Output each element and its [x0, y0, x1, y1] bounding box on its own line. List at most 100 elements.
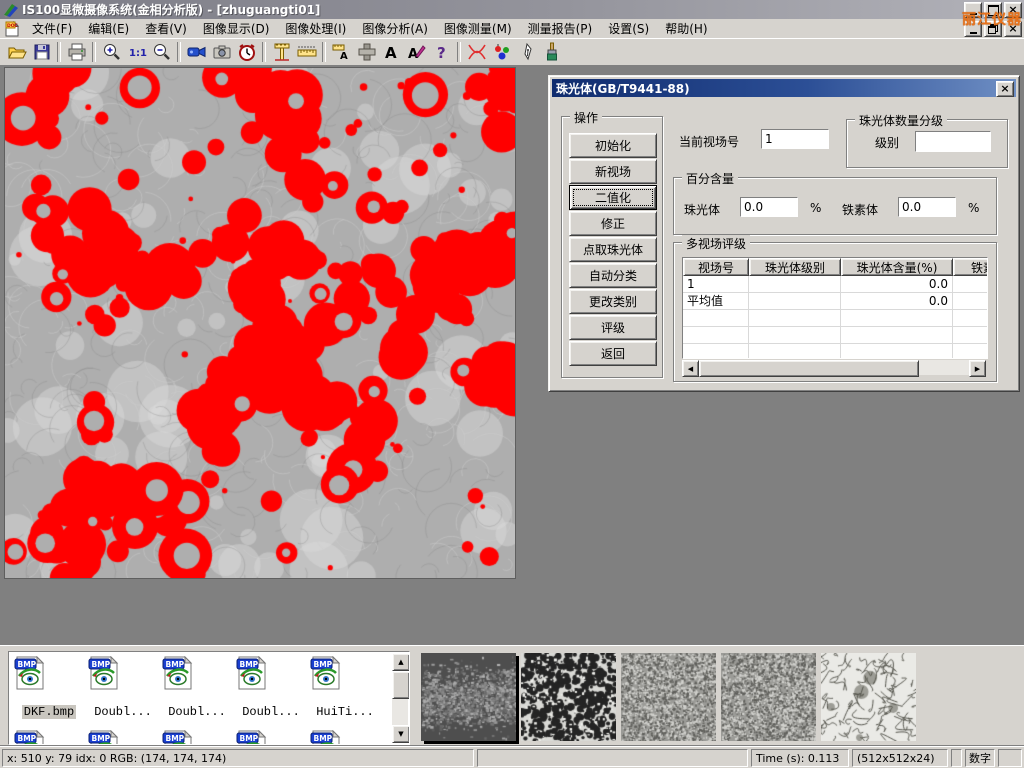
menu-file[interactable]: 文件(F)	[24, 18, 80, 39]
initialize-button[interactable]: 初始化	[569, 133, 657, 158]
svg-text:A: A	[385, 44, 397, 62]
return-button[interactable]: 返回	[569, 341, 657, 366]
toolbar-separator	[92, 42, 96, 62]
print-icon[interactable]	[64, 40, 89, 64]
file-item[interactable]: BMP	[87, 730, 159, 745]
child-close-button[interactable]: ×	[1004, 21, 1022, 37]
svg-text:BMP: BMP	[18, 734, 37, 743]
thumbnail-3[interactable]	[621, 653, 716, 741]
scroll-left-icon[interactable]: ◀	[682, 360, 699, 377]
svg-text:?: ?	[437, 44, 446, 62]
thumbnail-2[interactable]	[521, 653, 616, 741]
table-row-empty	[683, 344, 987, 359]
col-pearlite-grade[interactable]: 珠光体级别	[749, 258, 841, 276]
file-item[interactable]: BMP	[161, 730, 233, 745]
close-button[interactable]: ×	[1004, 2, 1022, 18]
file-list-scrollbar[interactable]: ▲ ▼	[392, 653, 408, 743]
file-item[interactable]: BMP	[235, 730, 307, 745]
auto-classify-button[interactable]: 自动分类	[569, 263, 657, 288]
percent-group-label: 百分含量	[682, 170, 738, 187]
bottom-panel: BMPDKF.bmp BMPDoubl... BMPDoubl... BMPDo…	[0, 645, 1024, 745]
grade-button[interactable]: 评级	[569, 315, 657, 340]
menu-image-analysis[interactable]: 图像分析(A)	[354, 18, 436, 39]
menu-image-process[interactable]: 图像处理(I)	[277, 18, 354, 39]
menu-edit[interactable]: 编辑(E)	[80, 18, 137, 39]
curve-tool-icon[interactable]	[464, 40, 489, 64]
pearlite-percent-input[interactable]: 0.0	[740, 197, 798, 217]
thumbnail-4[interactable]	[721, 653, 816, 741]
child-restore-button[interactable]	[984, 21, 1002, 37]
actual-size-icon[interactable]: 1:1	[124, 40, 149, 64]
operation-group-label: 操作	[570, 109, 602, 126]
measure-label-icon[interactable]: A	[329, 40, 354, 64]
file-item[interactable]: BMP	[309, 730, 381, 745]
thumbnail-1[interactable]	[421, 653, 516, 741]
change-class-button[interactable]: 更改类别	[569, 289, 657, 314]
current-field-input[interactable]: 1	[761, 129, 829, 149]
col-pearlite-pct[interactable]: 珠光体含量(%)	[841, 258, 953, 276]
binarize-button[interactable]: 二值化	[569, 185, 657, 210]
classify-tool-icon[interactable]	[489, 40, 514, 64]
save-file-icon[interactable]	[29, 40, 54, 64]
scrollbar-thumb[interactable]	[699, 360, 919, 377]
pen-tool-icon[interactable]	[514, 40, 539, 64]
file-item[interactable]: BMPDoubl...	[235, 656, 307, 719]
pick-pearlite-button[interactable]: 点取珠光体	[569, 237, 657, 262]
help-icon[interactable]: ?	[429, 40, 454, 64]
micrograph-image[interactable]	[5, 68, 515, 578]
camera-snapshot-icon[interactable]	[209, 40, 234, 64]
application-window: IS100显微摄像系统(金相分析版) - [zhuguangti01] × DO…	[0, 0, 1024, 768]
text-tool-icon[interactable]: A	[379, 40, 404, 64]
brush-tool-icon[interactable]	[539, 40, 564, 64]
file-item[interactable]: BMPDoubl...	[161, 656, 233, 719]
window-title: IS100显微摄像系统(金相分析版) - [zhuguangti01]	[22, 1, 320, 18]
file-item[interactable]: BMPDKF.bmp	[13, 656, 85, 719]
timer-icon[interactable]	[234, 40, 259, 64]
file-item[interactable]: BMP	[13, 730, 85, 745]
maximize-button[interactable]	[984, 2, 1002, 18]
pearlite-dialog[interactable]: 珠光体(GB/T9441-88) × 操作 初始化 新视场 二值化 修正 点取珠…	[548, 75, 1020, 392]
minimize-button[interactable]	[964, 2, 982, 18]
col-ferrite[interactable]: 铁素	[953, 258, 988, 276]
table-row[interactable]: 1 0.0	[683, 276, 987, 293]
correct-button[interactable]: 修正	[569, 211, 657, 236]
table-row-empty	[683, 327, 987, 344]
multifield-group: 多视场评级 视场号 珠光体级别 珠光体含量(%) 铁素 1 0.0 平均值	[673, 242, 997, 382]
scrollbar-thumb[interactable]	[392, 671, 410, 699]
rating-table[interactable]: 视场号 珠光体级别 珠光体含量(%) 铁素 1 0.0 平均值 0.0	[682, 257, 988, 359]
thumbnail-5[interactable]	[821, 653, 916, 741]
table-hscrollbar[interactable]: ◀ ▶	[682, 360, 986, 375]
title-bar[interactable]: IS100显微摄像系统(金相分析版) - [zhuguangti01] ×	[0, 0, 1024, 19]
ferrite-percent-input[interactable]: 0.0	[898, 197, 956, 217]
svg-text:BMP: BMP	[166, 734, 185, 743]
level-input[interactable]	[915, 131, 991, 152]
ruler-icon[interactable]	[294, 40, 319, 64]
menu-help[interactable]: 帮助(H)	[657, 18, 715, 39]
scroll-right-icon[interactable]: ▶	[969, 360, 986, 377]
zoom-out-icon[interactable]	[149, 40, 174, 64]
merge-tool-icon[interactable]	[354, 40, 379, 64]
file-item[interactable]: BMPHuiTi...	[309, 656, 381, 719]
status-spare	[477, 749, 748, 767]
col-field-number[interactable]: 视场号	[683, 258, 749, 276]
dialog-close-button[interactable]: ×	[996, 81, 1014, 97]
file-item[interactable]: BMPDoubl...	[87, 656, 159, 719]
video-capture-icon[interactable]	[184, 40, 209, 64]
open-file-icon[interactable]	[4, 40, 29, 64]
caliper-icon[interactable]	[269, 40, 294, 64]
zoom-in-icon[interactable]	[99, 40, 124, 64]
scroll-up-icon[interactable]: ▲	[392, 653, 410, 671]
menu-image-measure[interactable]: 图像测量(M)	[436, 18, 520, 39]
table-row-average[interactable]: 平均值 0.0	[683, 293, 987, 310]
new-field-button[interactable]: 新视场	[569, 159, 657, 184]
menu-image-display[interactable]: 图像显示(D)	[195, 18, 278, 39]
menu-settings[interactable]: 设置(S)	[600, 18, 657, 39]
document-icon[interactable]: DOC	[4, 21, 20, 37]
file-browser[interactable]: BMPDKF.bmp BMPDoubl... BMPDoubl... BMPDo…	[8, 651, 410, 745]
scroll-down-icon[interactable]: ▼	[392, 725, 410, 743]
annotate-tool-icon[interactable]: A	[404, 40, 429, 64]
dialog-title-bar[interactable]: 珠光体(GB/T9441-88) ×	[552, 79, 1016, 97]
menu-measure-report[interactable]: 测量报告(P)	[520, 18, 601, 39]
menu-view[interactable]: 查看(V)	[137, 18, 195, 39]
child-minimize-button[interactable]	[964, 21, 982, 37]
